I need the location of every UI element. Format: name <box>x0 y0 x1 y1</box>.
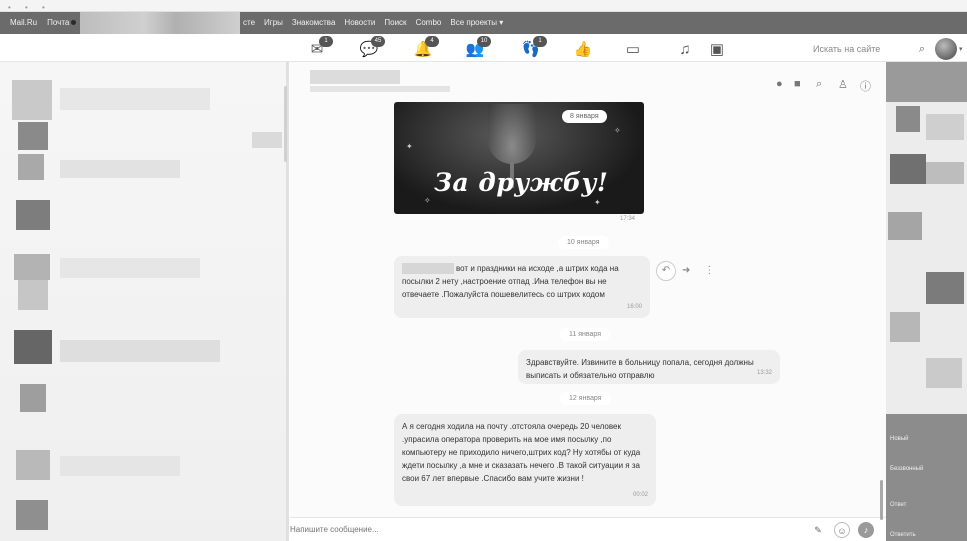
portal-bar: Mail.Ru Почта сте Игры Знакомства Новост… <box>0 12 967 34</box>
search-placeholder: Искать на сайте <box>813 44 881 54</box>
portal-link-all-projects[interactable]: Все проекты ▾ <box>450 18 503 27</box>
date-separator: 11 января <box>560 328 611 341</box>
composer: ✎ ☺ ♪ <box>290 517 886 541</box>
more-icon[interactable]: ⋮ <box>704 265 714 276</box>
date-separator: 10 января <box>558 236 609 249</box>
right-panel-label[interactable]: Ответить <box>890 532 916 538</box>
portal-link-combo[interactable]: Combo <box>416 18 442 27</box>
date-badge: 8 января <box>562 110 607 123</box>
list-item[interactable] <box>16 450 50 480</box>
message-time: 16:00 <box>626 304 642 310</box>
redacted-name <box>402 263 454 275</box>
list-item[interactable] <box>16 200 50 230</box>
microphone-icon[interactable]: ♪ <box>858 522 874 538</box>
list-item[interactable] <box>14 254 50 280</box>
notifications-icon[interactable]: 🔔 4 <box>412 36 439 58</box>
message-input[interactable] <box>290 525 690 534</box>
list-item[interactable] <box>20 384 46 412</box>
search-icon[interactable]: ⌕ <box>919 40 925 58</box>
status-dot <box>71 20 77 26</box>
date-separator: 12 января <box>560 392 611 405</box>
avatar[interactable] <box>935 38 957 60</box>
window-controls: • • • <box>8 3 51 12</box>
add-user-icon[interactable]: ♙ <box>838 78 848 91</box>
forward-icon[interactable]: ➜ <box>682 265 690 276</box>
games-icon[interactable]: ▣ <box>706 40 728 58</box>
chevron-down-icon[interactable]: ▾ <box>959 45 963 53</box>
discussions-icon[interactable]: 💬 45 <box>358 36 385 58</box>
messages-badge: 1 <box>319 36 333 47</box>
portal-link-mail[interactable]: Почта <box>47 18 77 27</box>
list-item[interactable] <box>12 80 52 120</box>
right-panel-label[interactable]: Ответ <box>890 502 906 508</box>
message-actions: ↶ ➜ ⋮ <box>656 261 714 281</box>
message-bubble-in[interactable]: А я сегодня ходила на почту .отстояла оч… <box>394 414 656 506</box>
emoji-icon[interactable]: ☺ <box>834 522 850 538</box>
message-text: А я сегодня ходила на почту .отстояла оч… <box>402 422 641 483</box>
portal-link-games[interactable]: Игры <box>264 18 283 27</box>
image-caption: За дружбу! <box>434 168 609 197</box>
browser-strip: • • • <box>0 0 967 12</box>
redacted-area <box>80 12 240 34</box>
list-item[interactable] <box>18 280 48 310</box>
guests-icon[interactable]: 👣 1 <box>520 36 547 58</box>
chat-header: ● ■ ⌕ ♙ ⓘ <box>290 62 886 98</box>
portal-link-dating[interactable]: Знакомства <box>292 18 336 27</box>
list-item[interactable] <box>18 154 44 180</box>
messages-icon[interactable]: ✉ 1 <box>306 36 333 58</box>
reply-icon[interactable]: ↶ <box>656 261 676 281</box>
portal-link-0[interactable]: сте <box>243 18 255 27</box>
contact-name[interactable] <box>310 70 400 84</box>
chat-scrollbar[interactable] <box>880 480 883 520</box>
message-time: 00:02 <box>632 492 648 498</box>
scrollbar[interactable] <box>284 86 287 162</box>
music-icon[interactable]: ♫ <box>674 40 696 58</box>
search-input[interactable]: Искать на сайте ⌕ <box>803 40 929 58</box>
right-panel: Новый Беззвонный Ответ Ответить <box>886 62 967 541</box>
video-call-icon[interactable]: ■ <box>794 78 801 90</box>
right-panel-label[interactable]: Беззвонный <box>890 466 923 472</box>
list-item[interactable] <box>14 330 52 364</box>
video-icon[interactable]: ▭ <box>622 40 644 58</box>
site-header: ✉ 1 💬 45 🔔 4 👥 10 👣 1 👍 ▭ ♫ ▣ Искать на сайте… <box>0 34 967 62</box>
chat-pane: ● ■ ⌕ ♙ ⓘ ✦ ✧ ✦ ✧ За дружбу! 8 января 17… <box>290 62 886 541</box>
friends-icon[interactable]: 👥 10 <box>464 36 491 58</box>
notifications-badge: 4 <box>425 36 439 47</box>
message-bubble-in[interactable]: вот и праздники на исходе ,а штрих кода … <box>394 256 650 318</box>
message-time: 13:32 <box>756 370 772 376</box>
call-icon[interactable]: ● <box>776 78 783 90</box>
message-bubble-out[interactable]: Здравствуйте. Извините в больницу попала… <box>518 350 780 384</box>
attach-icon[interactable]: ✎ <box>810 522 826 538</box>
right-panel-label[interactable]: Новый <box>890 436 909 442</box>
portal-link-mailru[interactable]: Mail.Ru <box>10 18 37 27</box>
events-icon[interactable]: 👍 <box>572 40 594 58</box>
discussions-badge: 45 <box>371 36 385 47</box>
message-text: Здравствуйте. Извините в больницу попала… <box>526 358 754 380</box>
portal-link-news[interactable]: Новости <box>344 18 375 27</box>
message-time: 17:34 <box>620 216 636 222</box>
info-icon[interactable]: ⓘ <box>860 78 871 94</box>
contact-status <box>310 86 450 92</box>
list-item[interactable] <box>16 500 48 530</box>
friends-badge: 10 <box>477 36 491 47</box>
conversation-list <box>0 62 288 541</box>
list-item[interactable] <box>18 122 48 150</box>
search-icon[interactable]: ⌕ <box>816 78 822 91</box>
wine-glass-image <box>488 104 536 164</box>
portal-link-search[interactable]: Поиск <box>384 18 406 27</box>
guests-badge: 1 <box>533 36 547 47</box>
